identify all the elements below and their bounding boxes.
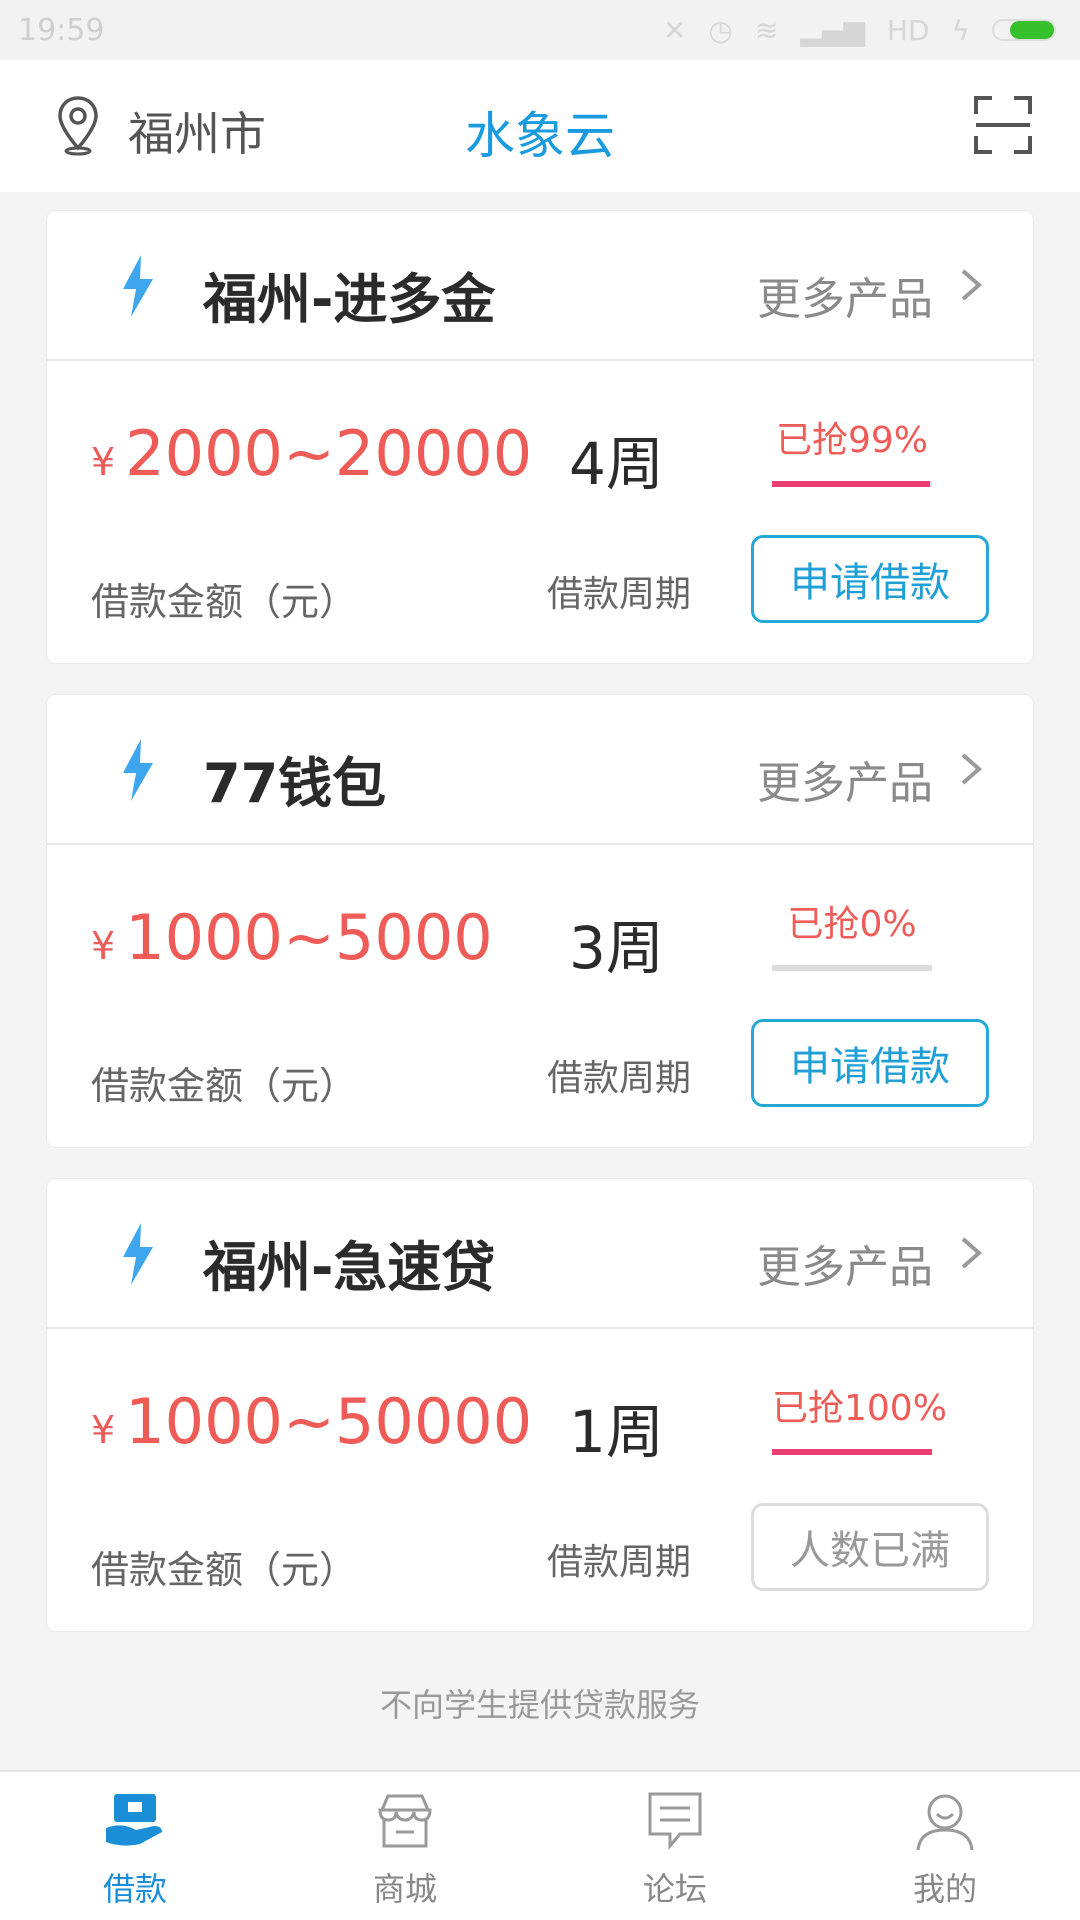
period-label: 借款周期 <box>547 574 692 615</box>
shop-icon <box>378 1794 432 1848</box>
loan-amount: ¥1000~50000 <box>91 1385 532 1458</box>
more-products-link[interactable]: 更多产品 <box>757 1231 933 1295</box>
grab-percentage: 已抢0% <box>787 904 917 945</box>
card-header[interactable]: 福州-急速贷 更多产品 <box>47 1179 1033 1329</box>
student-notice: 不向学生提供贷款服务 <box>379 1686 700 1724</box>
chevron-right-icon[interactable] <box>959 1235 983 1271</box>
nav-item-profile[interactable]: 我的 <box>810 1772 1080 1920</box>
nav-label: 借款 <box>102 1870 167 1908</box>
chevron-right-icon[interactable] <box>959 751 983 787</box>
more-products-link[interactable]: 更多产品 <box>757 263 933 327</box>
currency-symbol: ¥ <box>91 440 116 484</box>
wifi-icon: ≋ <box>754 13 779 47</box>
lightning-icon <box>123 1223 153 1285</box>
grab-progress-bar <box>772 1449 932 1455</box>
nav-item-shop[interactable]: 商城 <box>270 1772 540 1920</box>
apply-loan-button[interactable]: 申请借款 <box>751 535 989 623</box>
product-name: 福州-进多金 <box>203 268 496 331</box>
amount-range: 1000~50000 <box>125 1385 533 1458</box>
loan-period: 4周 <box>569 430 664 498</box>
amount-label: 借款金额（元） <box>91 1548 358 1592</box>
lightning-icon <box>123 255 153 317</box>
lightning-icon <box>123 739 153 801</box>
alarm-icon: ◷ <box>708 13 733 47</box>
forum-icon <box>648 1792 702 1851</box>
amount-range: 1000~5000 <box>125 901 493 974</box>
card-header[interactable]: 福州-进多金 更多产品 <box>47 211 1033 361</box>
grab-progress-bar <box>772 481 932 487</box>
period-label: 借款周期 <box>547 1058 692 1099</box>
nav-label: 商城 <box>372 1870 437 1908</box>
battery-icon <box>992 19 1056 41</box>
amount-label: 借款金额（元） <box>91 580 358 624</box>
status-time: 19:59 <box>18 12 105 48</box>
product-name: 77钱包 <box>203 752 387 815</box>
status-bar: 19:59 ✕ ◷ ≋ ▂▄▆ HD ϟ <box>0 0 1080 60</box>
apply-loan-button[interactable]: 申请借款 <box>751 1019 989 1107</box>
status-icons: ✕ ◷ ≋ ▂▄▆ HD ϟ <box>663 14 1056 47</box>
signal-icon: ▂▄▆ <box>800 13 865 47</box>
page-title: 水象云 <box>465 107 615 165</box>
scan-icon[interactable] <box>974 96 1032 154</box>
nav-label: 我的 <box>912 1870 977 1908</box>
loan-icon <box>106 1794 162 1846</box>
currency-symbol: ¥ <box>91 924 116 968</box>
amount-range: 2000~20000 <box>125 417 533 490</box>
nav-item-forum[interactable]: 论坛 <box>540 1772 810 1920</box>
quota-full-button[interactable]: 人数已满 <box>751 1503 989 1591</box>
bottom-nav: 借款 商城 论坛 我的 <box>0 1770 1080 1920</box>
loan-card[interactable]: 77钱包 更多产品 ¥1000~5000 3周 已抢0% 借款金额（元） 借款周… <box>46 694 1034 1148</box>
network-type: HD <box>886 13 930 47</box>
period-label: 借款周期 <box>547 1542 692 1583</box>
grab-percentage: 已抢100% <box>772 1388 947 1429</box>
currency-symbol: ¥ <box>91 1408 116 1452</box>
grab-progress-fill <box>772 481 931 487</box>
product-name: 福州-急速贷 <box>203 1236 496 1299</box>
loan-amount: ¥2000~20000 <box>91 417 532 490</box>
grab-progress-fill <box>772 1449 932 1455</box>
card-header[interactable]: 77钱包 更多产品 <box>47 695 1033 845</box>
amount-label: 借款金额（元） <box>91 1064 358 1108</box>
grab-percentage: 已抢99% <box>775 420 929 461</box>
nav-item-loan[interactable]: 借款 <box>0 1772 270 1920</box>
chevron-right-icon[interactable] <box>959 267 983 303</box>
loan-card[interactable]: 福州-进多金 更多产品 ¥2000~20000 4周 已抢99% 借款金额（元）… <box>46 210 1034 664</box>
loan-period: 3周 <box>569 914 664 982</box>
loan-card[interactable]: 福州-急速贷 更多产品 ¥1000~50000 1周 已抢100% 借款金额（元… <box>46 1178 1034 1632</box>
loan-amount: ¥1000~5000 <box>91 901 493 974</box>
top-header: 福州市 水象云 <box>0 60 1080 192</box>
grab-progress-bar <box>772 965 932 971</box>
profile-icon <box>916 1794 974 1851</box>
charging-icon: ϟ <box>951 13 970 47</box>
nav-label: 论坛 <box>642 1870 707 1908</box>
more-products-link[interactable]: 更多产品 <box>757 747 933 811</box>
loan-period: 1周 <box>569 1398 664 1466</box>
mute-icon: ✕ <box>662 13 687 47</box>
